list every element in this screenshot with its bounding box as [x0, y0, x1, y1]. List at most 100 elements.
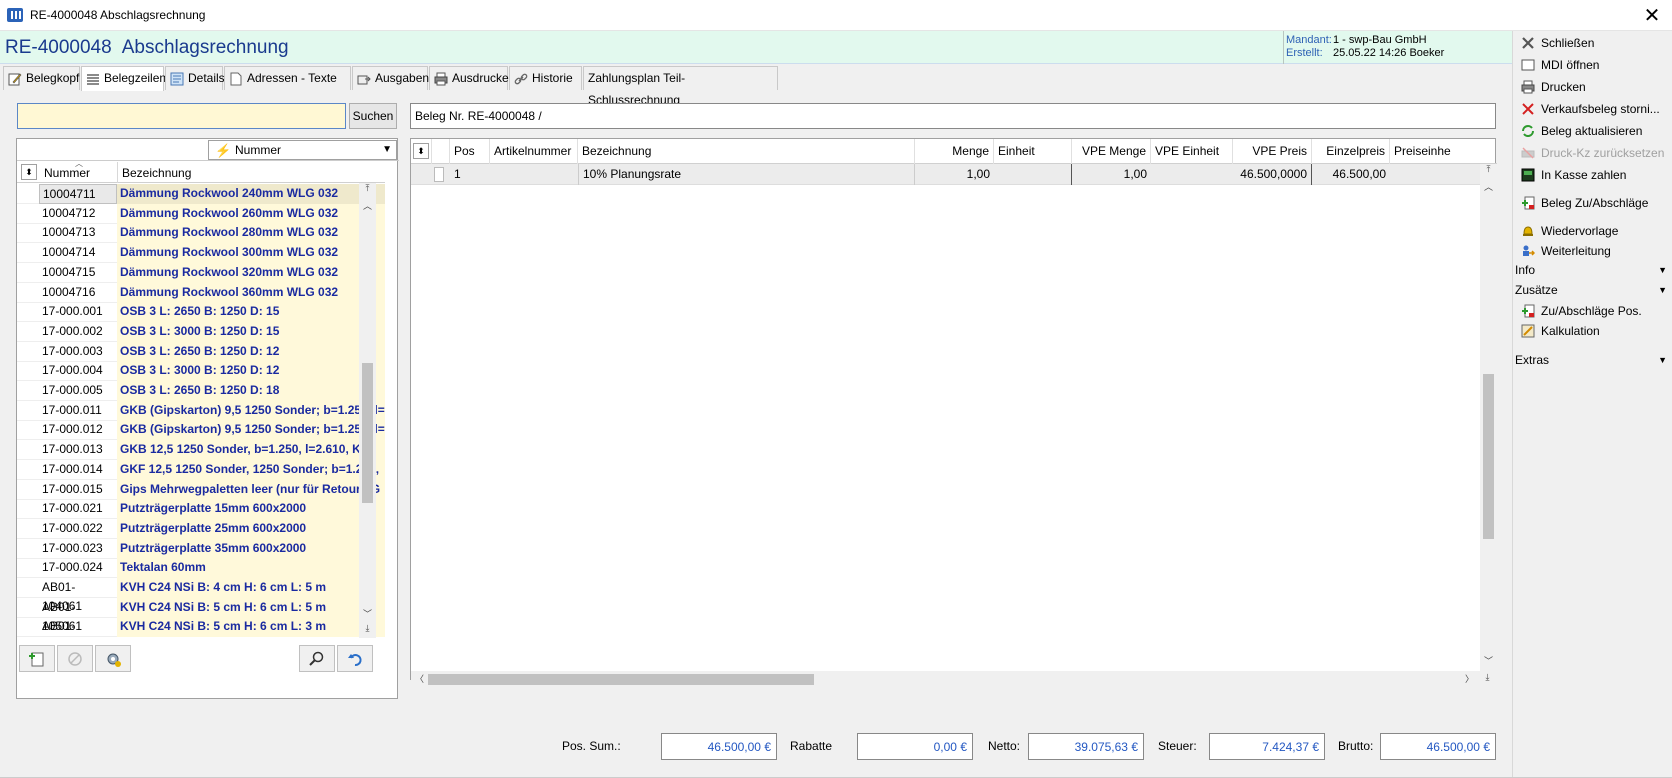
list-item[interactable]: 10004715 Dämmung Rockwool 320mm WLG 032 — [17, 262, 385, 283]
list-item[interactable]: 17-000.024 Tektalan 60mm — [17, 558, 385, 579]
scroll-right-icon[interactable]: 〉 — [1461, 672, 1478, 685]
list-item[interactable]: 17-000.011 GKB (Gipskarton) 9,5 1250 Sond… — [17, 400, 385, 421]
column-header-preiseinheit[interactable]: Preiseinhe — [1390, 139, 1480, 164]
article-settings-button[interactable] — [95, 645, 131, 672]
print-button[interactable]: Drucken — [1517, 77, 1586, 97]
row-selector[interactable] — [432, 164, 450, 185]
add-article-button[interactable] — [19, 645, 55, 672]
article-description: KVH C24 NSi B: 5 cm H: 6 cm L: 3 m — [117, 617, 385, 637]
list-item[interactable]: 17-000.021 Putzträgerplatte 15mm 600x2000 — [17, 499, 385, 520]
article-description: Putzträgerplatte 15mm 600x2000 — [117, 499, 385, 520]
article-number: 17-000.021 — [42, 501, 103, 516]
lines-vertical-scrollbar[interactable]: ⤒ ︿ ﹀ — [1480, 164, 1497, 671]
scrollbar-thumb[interactable] — [428, 674, 814, 685]
cancel-document-button[interactable]: Verkaufsbeleg storni... — [1517, 99, 1660, 119]
row-sort-icon[interactable]: ⬍ — [21, 164, 37, 180]
scroll-left-icon[interactable]: 〈 — [411, 672, 428, 685]
tab-belegzeilen[interactable]: Belegzeilen — [81, 66, 166, 91]
window-close-icon[interactable]: ✕ — [1640, 4, 1664, 28]
table-row[interactable]: 1 10% Planungsrate 1,00 1,00 46.500,0000… — [411, 164, 1481, 185]
list-item[interactable]: 17-000.015 Gips Mehrwegpaletten leer (nur… — [17, 479, 385, 500]
list-item[interactable]: 17-000.003 OSB 3 L: 2650 B: 1250 D: 12 — [17, 341, 385, 362]
list-item[interactable]: AB01- 105061 KVH C24 NSi B: 5 cm H: 6 cm … — [17, 597, 385, 633]
list-item[interactable]: AB01- 106061 KVH C24 NSi B: 5 cm H: 6 cm … — [17, 617, 385, 637]
list-item[interactable]: 17-000.023 Putzträgerplatte 35mm 600x2000 — [17, 538, 385, 559]
sort-field-select[interactable]: ⚡ Nummer ▼ — [208, 140, 397, 160]
refresh-label: Beleg aktualisieren — [1541, 124, 1643, 138]
list-item[interactable]: 10004712 Dämmung Rockwool 260mm WLG 032 — [17, 203, 385, 224]
position-surcharges-button[interactable]: Zu/Abschläge Pos. — [1517, 301, 1642, 321]
column-header-vpe-preis[interactable]: VPE Preis — [1233, 139, 1312, 164]
scroll-up-icon[interactable]: ︿ — [1480, 180, 1497, 193]
column-header-vpe-einheit[interactable]: VPE Einheit — [1151, 139, 1233, 164]
followup-button[interactable]: Wiedervorlage — [1517, 221, 1618, 241]
column-header-einheit[interactable]: Einheit — [994, 139, 1072, 164]
tab-historie[interactable]: Historie — [509, 66, 582, 90]
list-item[interactable]: 17-000.022 Putzträgerplatte 25mm 600x2000 — [17, 518, 385, 539]
article-search-button[interactable] — [299, 645, 335, 672]
list-item[interactable]: 17-000.012 GKB (Gipskarton) 9,5 1250 Sond… — [17, 420, 385, 441]
section-info[interactable]: Info ▼ — [1515, 260, 1669, 280]
article-description: Putzträgerplatte 25mm 600x2000 — [117, 518, 385, 539]
section-zusaetze[interactable]: Zusätze ▼ — [1515, 280, 1669, 300]
scroll-up-icon[interactable]: ︿ — [359, 199, 376, 212]
close-button[interactable]: Schließen — [1517, 33, 1594, 53]
column-header-menge[interactable]: Menge — [915, 139, 994, 164]
column-header-artikelnummer[interactable]: Artikelnummer — [490, 139, 578, 164]
cell-einzelpreis: 46.500,00 — [1332, 167, 1386, 181]
list-item[interactable]: 17-000.004 OSB 3 L: 3000 B: 1250 D: 12 — [17, 361, 385, 382]
cell-einheit — [994, 164, 1072, 185]
action-sidebar: Schließen MDI öffnen Drucken Verkaufsbel… — [1512, 31, 1672, 778]
list-item[interactable]: 17-000.014 GKF 12,5 1250 Sonder, 1250 Son… — [17, 459, 385, 480]
scrollbar-thumb[interactable] — [1483, 374, 1494, 539]
column-header-bezeichnung[interactable]: Bezeichnung — [122, 166, 191, 180]
article-list-scrollbar[interactable]: ⤒ ︿ ﹀ ⤓ — [359, 183, 376, 638]
undo-button[interactable] — [337, 645, 373, 672]
mandant-label: Mandant: — [1286, 34, 1332, 46]
forward-button[interactable]: Weiterleitung — [1517, 241, 1611, 261]
article-description: GKB (Gipskarton) 9,5 1250 Sonder; b=1.25… — [117, 400, 385, 421]
scroll-bottom-icon[interactable]: ⤓ — [359, 623, 376, 634]
list-item[interactable]: 17-000.001 OSB 3 L: 2650 B: 1250 D: 15 — [17, 302, 385, 323]
tab-details[interactable]: Details — [165, 66, 225, 90]
document-surcharges-button[interactable]: Beleg Zu/Abschläge — [1517, 193, 1648, 213]
scrollbar-thumb[interactable] — [362, 363, 373, 503]
list-item[interactable]: 17-000.002 OSB 3 L: 3000 B: 1250 D: 15 — [17, 321, 385, 342]
tab-ausdrucke[interactable]: Ausdrucke — [429, 66, 509, 90]
row-sort-icon[interactable]: ⬍ — [411, 139, 432, 164]
scroll-top-icon[interactable]: ⤒ — [1480, 164, 1497, 175]
column-header-vpe-menge[interactable]: VPE Menge — [1072, 139, 1151, 164]
lines-horizontal-scrollbar[interactable]: 〈 〉 ⤓ — [411, 671, 1497, 686]
calculation-button[interactable]: Kalkulation — [1517, 321, 1600, 341]
remove-article-button[interactable] — [57, 645, 93, 672]
mdi-open-button[interactable]: MDI öffnen — [1517, 55, 1599, 75]
tab-ausgaben[interactable]: Ausgaben — [352, 66, 429, 90]
scroll-down-icon[interactable]: ﹀ — [359, 607, 376, 620]
tab-adressen-texte[interactable]: Adressen - Texte — [224, 66, 351, 90]
list-item[interactable]: 17-000.013 GKB 12,5 1250 Sonder, b=1.250,… — [17, 440, 385, 461]
search-button[interactable]: Suchen — [349, 103, 397, 129]
list-item[interactable]: 10004713 Dämmung Rockwool 280mm WLG 032 — [17, 223, 385, 244]
section-extras[interactable]: Extras ▼ — [1515, 350, 1669, 370]
tab-label: Belegkopf — [26, 71, 80, 85]
refresh-document-button[interactable]: Beleg aktualisieren — [1517, 121, 1642, 141]
tab-belegkopf[interactable]: Belegkopf — [3, 66, 80, 90]
column-header-bezeichnung[interactable]: Bezeichnung — [578, 139, 915, 164]
list-item[interactable]: AB01- 104061 KVH C24 NSi B: 4 cm H: 6 cm … — [17, 578, 385, 613]
scroll-down-icon[interactable]: ﹀ — [1480, 654, 1497, 667]
scroll-bottom-icon[interactable]: ⤓ — [1479, 672, 1496, 683]
column-header-einzelpreis[interactable]: Einzelpreis — [1312, 139, 1390, 164]
search-input[interactable] — [17, 103, 346, 129]
scroll-top-icon[interactable]: ⤒ — [359, 183, 376, 194]
list-item[interactable]: 10004716 Dämmung Rockwool 360mm WLG 032 — [17, 282, 385, 303]
reset-print-flag-button[interactable]: Druck-Kz zurücksetzen — [1517, 143, 1664, 163]
article-description: OSB 3 L: 3000 B: 1250 D: 15 — [117, 321, 385, 342]
tab-label: Details — [188, 71, 225, 85]
list-item[interactable]: 17-000.005 OSB 3 L: 2650 B: 1250 D: 18 — [17, 381, 385, 401]
list-item[interactable]: 10004711 Dämmung Rockwool 240mm WLG 032 — [17, 184, 385, 204]
list-item[interactable]: 10004714 Dämmung Rockwool 300mm WLG 032 — [17, 243, 385, 264]
tab-zahlungsplan[interactable]: Zahlungsplan Teil-Schlussrechnung — [583, 66, 778, 107]
column-header-pos[interactable]: Pos — [450, 139, 490, 164]
column-header-nummer[interactable]: Nummer — [44, 166, 90, 180]
pay-cash-button[interactable]: In Kasse zahlen — [1517, 165, 1626, 185]
